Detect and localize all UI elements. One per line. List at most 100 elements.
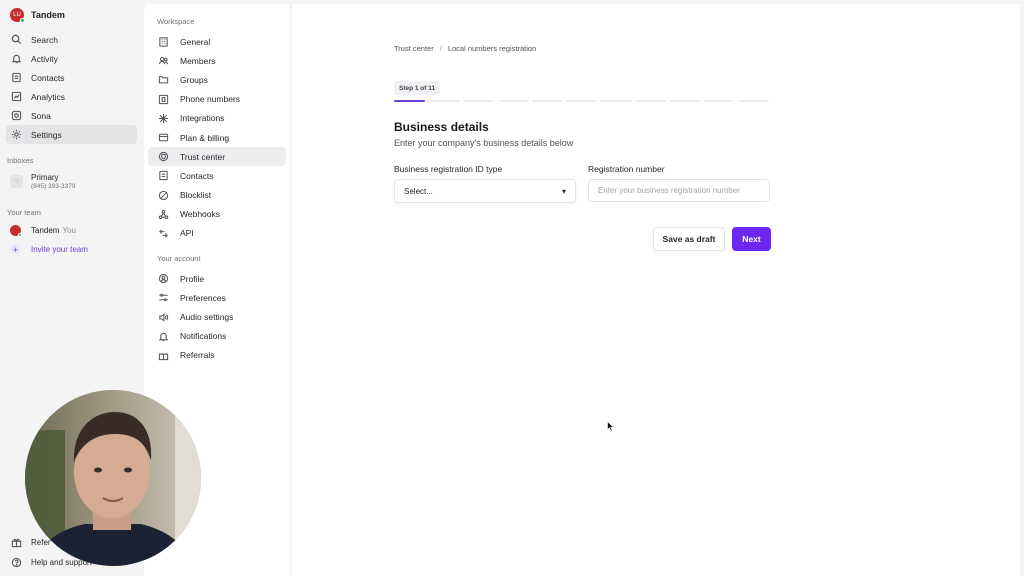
nav-contacts[interactable]: Contacts xyxy=(6,68,137,87)
progress-segment xyxy=(531,100,563,102)
settings-item-plan-billing[interactable]: Plan & billing xyxy=(148,128,286,147)
settings-item-contacts[interactable]: Contacts xyxy=(148,166,286,185)
settings-item-api[interactable]: API xyxy=(148,224,286,243)
inbox-name: Primary xyxy=(31,173,59,182)
id-type-select[interactable]: Select... ▾ xyxy=(394,179,576,203)
page-subtitle: Enter your company's business details be… xyxy=(394,138,574,148)
hash-icon xyxy=(158,94,169,105)
id-type-label: Business registration ID type xyxy=(394,164,503,174)
bell-icon xyxy=(11,53,22,64)
step-badge: Step 1 of 11 xyxy=(394,81,441,95)
workspace-switcher[interactable]: LU Tandem xyxy=(0,0,143,30)
settings-item-label: Plan & billing xyxy=(180,132,230,143)
nav-label: Activity xyxy=(31,53,58,64)
breadcrumb-parent-link[interactable]: Trust center xyxy=(394,44,434,53)
next-button[interactable]: Next xyxy=(732,227,771,251)
settings-item-label: Audio settings xyxy=(180,312,234,323)
settings-item-preferences[interactable]: Preferences xyxy=(148,288,286,307)
settings-item-referrals[interactable]: Referrals xyxy=(148,346,286,365)
webhook-icon xyxy=(158,209,169,220)
breadcrumb-separator: / xyxy=(439,44,442,53)
settings-item-label: Preferences xyxy=(180,292,226,303)
online-status-dot xyxy=(18,233,22,237)
search-icon xyxy=(11,34,22,45)
progress-segment xyxy=(669,100,701,102)
gift-icon xyxy=(11,537,22,548)
nav-label: Search xyxy=(31,34,58,45)
inboxes-heading: Inboxes xyxy=(7,156,34,165)
settings-item-phone-numbers[interactable]: Phone numbers xyxy=(148,90,286,109)
nav-label: Settings xyxy=(31,129,62,140)
settings-item-integrations[interactable]: Integrations xyxy=(148,109,286,128)
nav-label: Contacts xyxy=(31,72,65,83)
main-content: Trust center / Local numbers registratio… xyxy=(292,4,1020,576)
account-heading: Your account xyxy=(157,254,201,264)
save-as-draft-button[interactable]: Save as draft xyxy=(653,227,725,251)
workspace-heading: Workspace xyxy=(157,17,195,26)
settings-item-groups[interactable]: Groups xyxy=(148,70,286,89)
webcam-overlay xyxy=(25,390,201,566)
settings-item-blocklist[interactable]: Blocklist xyxy=(148,186,286,205)
gear-icon xyxy=(11,129,22,140)
page-title: Business details xyxy=(394,120,489,134)
nav-label: Refer xyxy=(31,537,51,547)
mouse-cursor-icon xyxy=(607,421,615,432)
you-tag: You xyxy=(62,226,76,235)
registration-number-input[interactable] xyxy=(588,179,770,202)
settings-item-label: Profile xyxy=(180,273,205,284)
nav-label: Sona xyxy=(31,110,51,121)
avatar xyxy=(10,225,22,237)
progress-segment xyxy=(634,100,667,102)
settings-item-trust-center[interactable]: Trust center xyxy=(148,147,286,167)
progress-segment xyxy=(497,100,529,102)
team-heading: Your team xyxy=(7,208,41,217)
shield-icon xyxy=(158,151,169,162)
progress-segment xyxy=(600,100,632,102)
team-member-name: Tandem xyxy=(31,226,60,235)
settings-item-label: General xyxy=(180,36,211,47)
nav-sona[interactable]: Sona xyxy=(6,106,137,125)
settings-item-label: Phone numbers xyxy=(180,94,241,105)
settings-item-label: Integrations xyxy=(180,113,225,124)
team-member[interactable]: Tandem You xyxy=(0,221,143,240)
breadcrumb: Trust center / Local numbers registratio… xyxy=(394,44,536,53)
building-icon xyxy=(158,36,169,47)
settings-item-audio[interactable]: Audio settings xyxy=(148,307,286,326)
nav-label: Analytics xyxy=(31,91,66,102)
workspace-avatar: LU xyxy=(10,8,25,23)
settings-item-general[interactable]: General xyxy=(148,32,286,51)
settings-item-notifications[interactable]: Notifications xyxy=(148,327,286,346)
workspace-name: Tandem xyxy=(31,10,65,20)
contacts-icon xyxy=(11,72,22,83)
sona-icon xyxy=(11,110,22,121)
progress-segment xyxy=(428,100,460,102)
nav-search[interactable]: Search xyxy=(6,30,137,49)
block-icon xyxy=(158,190,169,201)
progress-segment xyxy=(394,100,426,102)
chevron-down-icon: ▾ xyxy=(561,186,566,196)
settings-item-label: Members xyxy=(180,55,216,66)
nav-analytics[interactable]: Analytics xyxy=(6,87,137,106)
breadcrumb-current: Local numbers registration xyxy=(447,44,537,53)
inbox-primary[interactable]: ○ Primary (845) 393-3379 xyxy=(0,169,143,194)
members-icon xyxy=(158,55,169,66)
profile-icon xyxy=(158,273,169,284)
inbox-number: (845) 393-3379 xyxy=(31,183,76,190)
chat-icon: ○ xyxy=(10,175,23,188)
invite-team-button[interactable]: + Invite your team xyxy=(0,240,143,259)
settings-item-members[interactable]: Members xyxy=(148,51,286,70)
settings-item-profile[interactable]: Profile xyxy=(148,269,286,288)
reg-number-label: Registration number xyxy=(588,164,665,174)
integrations-icon xyxy=(158,113,169,124)
card-icon xyxy=(158,132,169,143)
settings-item-label: Notifications xyxy=(180,331,227,342)
progress-segment xyxy=(462,100,495,102)
nav-settings[interactable]: Settings xyxy=(6,125,137,144)
settings-item-webhooks[interactable]: Webhooks xyxy=(148,205,286,224)
settings-item-label: Referrals xyxy=(180,350,215,361)
progress-segment xyxy=(703,100,735,102)
speaker-icon xyxy=(158,312,169,323)
nav-activity[interactable]: Activity xyxy=(6,49,137,68)
chart-icon xyxy=(11,91,22,102)
sliders-icon xyxy=(158,292,169,303)
